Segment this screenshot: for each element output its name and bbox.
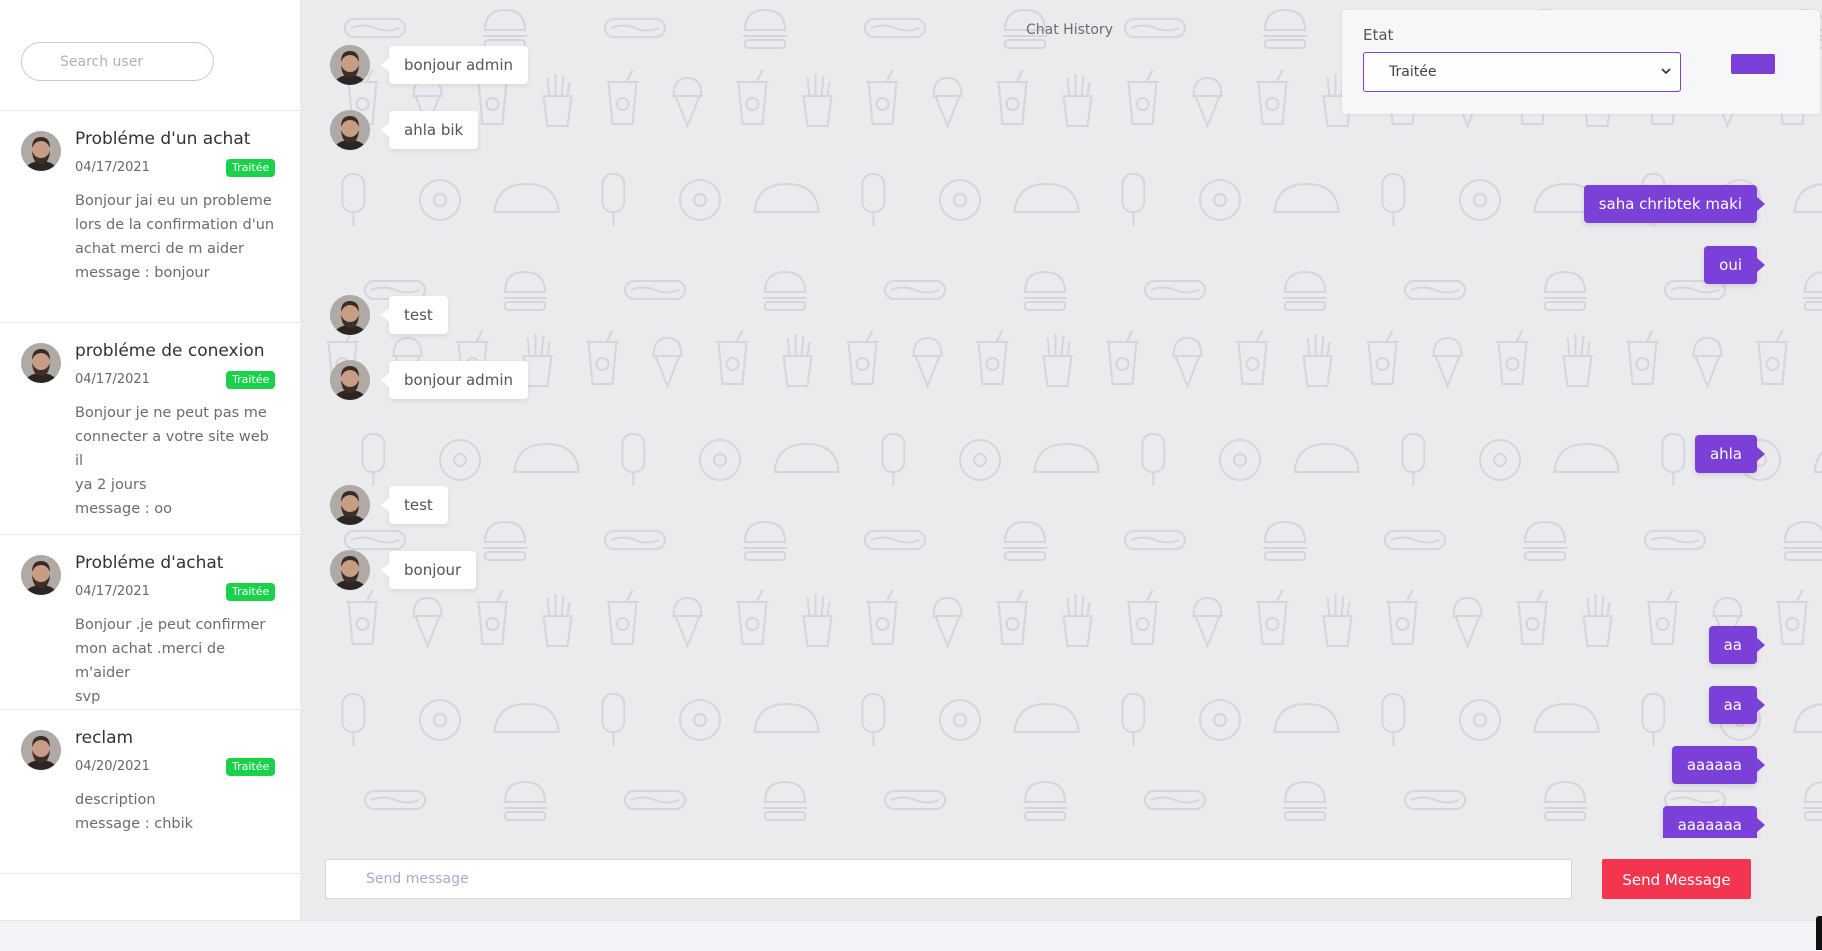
composer-placeholder: Send message	[366, 871, 469, 887]
desc-line: Bonjour .je peut confirmer	[75, 617, 266, 633]
ticket-item[interactable]: Probléme d'achat 04/17/2021 Traitée Bonj…	[0, 535, 300, 710]
chat-panel: Chat History bonjour admin ahla bik saha…	[300, 0, 1822, 920]
etat-label: Etat	[1363, 26, 1394, 44]
ticket-description: description message : chbik	[75, 788, 280, 836]
etat-submit-button[interactable]	[1731, 54, 1775, 74]
desc-line: svp	[75, 689, 101, 705]
status-badge: Traitée	[226, 371, 276, 389]
message-row-in: bonjour admin	[330, 45, 730, 85]
avatar	[21, 730, 61, 770]
send-message-button[interactable]: Send Message	[1602, 859, 1751, 899]
desc-line: Bonjour jai eu un probleme	[75, 193, 272, 209]
etat-selected-value: Traitée	[1389, 64, 1437, 80]
desc-line: message : chbik	[75, 816, 194, 832]
message-bubble-in: test	[381, 296, 448, 334]
ticket-title: Probléme d'un achat	[75, 129, 251, 149]
avatar	[330, 45, 370, 85]
avatar	[21, 343, 61, 383]
desc-line: Bonjour je ne peut pas me	[75, 405, 267, 421]
message-row-in: bonjour admin	[330, 360, 730, 400]
avatar	[330, 295, 370, 335]
ticket-item[interactable]: Probléme d'un achat 04/17/2021 Traitée B…	[0, 111, 300, 323]
bottom-bar	[0, 920, 1822, 951]
ticket-title: probléme de conexion	[75, 341, 265, 361]
message-bubble-out: oui	[1704, 246, 1765, 284]
search-area	[0, 0, 300, 111]
message-bubble-in: bonjour admin	[381, 46, 528, 84]
avatar	[330, 550, 370, 590]
message-bubble-in: test	[381, 486, 448, 524]
chat-title: Chat History	[1026, 22, 1113, 38]
etat-panel: Etat Traitée	[1342, 10, 1820, 114]
status-badge: Traitée	[226, 583, 276, 601]
desc-line: connecter a votre site web il	[75, 429, 269, 469]
message-bubble-out: aa	[1708, 626, 1766, 664]
send-message-input[interactable]: Send message	[325, 859, 1572, 899]
desc-line: lors de la confirmation d'un	[75, 217, 275, 233]
message-row-in: ahla bik	[330, 110, 730, 150]
ticket-date: 04/17/2021	[75, 160, 150, 175]
user-sidebar: Probléme d'un achat 04/17/2021 Traitée B…	[0, 0, 301, 920]
ticket-date: 04/17/2021	[75, 584, 150, 599]
message-bubble-out: ahla	[1694, 435, 1766, 473]
ticket-date: 04/17/2021	[75, 372, 150, 387]
desc-line: ya 2 jours	[75, 477, 147, 493]
desc-line: message : oo	[75, 501, 173, 517]
ticket-date: 04/20/2021	[75, 759, 150, 774]
status-badge: Traitée	[226, 758, 276, 776]
desc-line: message : bonjour	[75, 265, 210, 281]
ticket-description: Bonjour .je peut confirmer mon achat .me…	[75, 613, 280, 709]
message-row-in: test	[330, 295, 730, 335]
ticket-title: Probléme d'achat	[75, 553, 224, 573]
avatar	[330, 360, 370, 400]
ticket-item[interactable]: probléme de conexion 04/17/2021 Traitée …	[0, 323, 300, 535]
desc-line: achat merci de m aider	[75, 241, 244, 257]
ticket-description: Bonjour je ne peut pas me connecter a vo…	[75, 401, 280, 521]
ticket-item[interactable]: reclam 04/20/2021 Traitée description me…	[0, 710, 300, 874]
message-bubble-in: bonjour	[380, 551, 477, 589]
search-user-input[interactable]	[21, 42, 214, 81]
message-bubble-out: aa	[1708, 686, 1766, 724]
avatar	[21, 555, 61, 595]
etat-select[interactable]: Traitée	[1363, 52, 1681, 92]
ticket-title: reclam	[75, 728, 134, 748]
message-row-in: bonjour	[330, 550, 730, 590]
ticket-description: Bonjour jai eu un probleme lors de la co…	[75, 189, 280, 285]
message-row-in: test	[330, 485, 730, 525]
chevron-down-icon	[1661, 68, 1671, 75]
desc-line: mon achat .merci de m'aider	[75, 641, 226, 681]
avatar	[330, 485, 370, 525]
desc-line: description	[75, 792, 156, 808]
window-corner	[1816, 916, 1822, 950]
message-bubble-in: bonjour admin	[381, 361, 528, 399]
message-bubble-out: aaaaaa	[1671, 746, 1766, 784]
status-badge: Traitée	[226, 159, 276, 177]
avatar	[330, 110, 370, 150]
message-bubble-in: ahla bik	[380, 111, 479, 149]
avatar	[21, 131, 61, 171]
message-bubble-out: saha chribtek maki	[1583, 185, 1766, 223]
